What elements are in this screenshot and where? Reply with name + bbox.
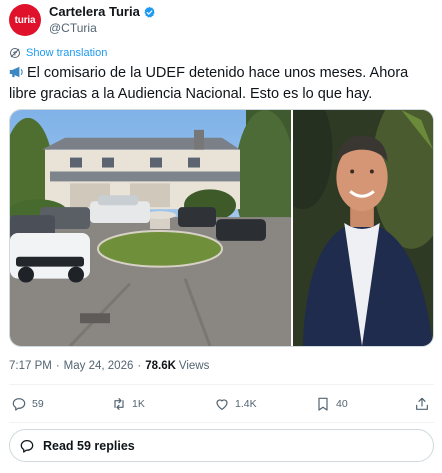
tweet-body: El comisario de la UDEF detenido hace un…	[9, 65, 409, 102]
share-button[interactable]	[414, 396, 430, 412]
bookmark-button[interactable]: 40	[315, 396, 348, 412]
divider	[9, 422, 434, 423]
tweet-time[interactable]: 7:17 PM	[9, 360, 52, 372]
repost-count: 1K	[132, 398, 145, 410]
avatar-logo-text: turia	[14, 14, 36, 26]
tweet-meta: 7:17 PM · May 24, 2026 · 78.6K Views	[9, 360, 209, 372]
repost-button[interactable]: 1K	[111, 396, 145, 412]
media-grid	[9, 109, 434, 347]
repost-icon	[114, 398, 124, 410]
megaphone-emoji	[9, 64, 25, 78]
read-replies-label: Read 59 replies	[43, 438, 135, 453]
meta-separator: ·	[137, 360, 142, 372]
author-display-name[interactable]: Cartelera Turia	[49, 4, 140, 20]
house-driveway-photo[interactable]	[10, 110, 291, 346]
read-replies-button[interactable]: Read 59 replies	[9, 429, 434, 462]
bookmark-count: 40	[336, 398, 348, 410]
heart-icon	[216, 399, 228, 410]
reply-count: 59	[32, 398, 44, 410]
reply-icon	[20, 439, 34, 453]
tweet-header: turia Cartelera Turia @CTuria	[9, 4, 156, 36]
meta-separator: ·	[55, 360, 60, 372]
tweet-date[interactable]: May 24, 2026	[64, 360, 134, 372]
name-row: Cartelera Turia	[49, 4, 156, 20]
show-translation-label: Show translation	[26, 47, 108, 59]
views-label: Views	[178, 360, 210, 372]
reply-button[interactable]: 59	[11, 396, 44, 412]
views-count: 78.6K	[145, 360, 176, 372]
show-translation-link[interactable]: Show translation	[9, 47, 107, 59]
reply-icon	[12, 398, 26, 411]
tweet-text: El comisario de la UDEF detenido hace un…	[9, 63, 434, 105]
author-names: Cartelera Turia @CTuria	[49, 4, 156, 36]
action-bar: 59 1K 1.4K 40	[9, 396, 434, 416]
author-handle[interactable]: @CTuria	[49, 20, 156, 36]
man-portrait-photo[interactable]	[293, 110, 433, 346]
verified-badge-icon	[143, 6, 156, 19]
divider	[9, 384, 434, 385]
like-count: 1.4K	[235, 398, 257, 410]
bookmark-icon	[318, 397, 328, 411]
share-icon	[416, 397, 428, 410]
translate-icon	[9, 47, 21, 59]
like-button[interactable]: 1.4K	[214, 396, 257, 412]
avatar[interactable]: turia	[9, 4, 41, 36]
